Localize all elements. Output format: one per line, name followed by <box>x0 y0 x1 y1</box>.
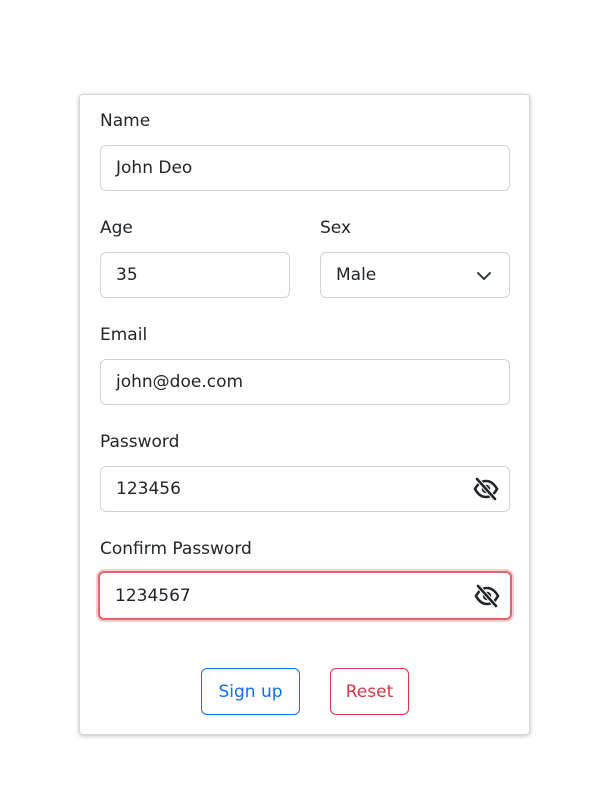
age-input[interactable]: 35 <box>100 252 290 298</box>
password-input[interactable]: 123456 <box>100 466 510 512</box>
name-input[interactable]: John Deo <box>100 145 510 191</box>
password-value: 123456 <box>116 479 181 499</box>
age-label: Age <box>100 218 133 238</box>
eye-slash-icon[interactable] <box>474 584 500 608</box>
sex-label: Sex <box>320 218 352 238</box>
confirm-password-label: Confirm Password <box>100 539 252 559</box>
confirm-password-input[interactable]: 1234567 <box>98 571 512 620</box>
email-input[interactable]: john@doe.com <box>100 359 510 405</box>
signup-form-card: Name John Deo Age 35 Sex Male Email john… <box>79 94 530 735</box>
reset-button[interactable]: Reset <box>330 668 409 715</box>
password-label: Password <box>100 432 180 452</box>
sex-select[interactable]: Male <box>320 252 510 298</box>
sex-select-value: Male <box>336 265 377 285</box>
email-label: Email <box>100 325 148 345</box>
signup-button[interactable]: Sign up <box>201 668 300 715</box>
confirm-password-value: 1234567 <box>115 585 191 606</box>
eye-slash-icon[interactable] <box>473 477 499 501</box>
name-label: Name <box>100 111 151 131</box>
chevron-down-icon <box>477 272 491 280</box>
